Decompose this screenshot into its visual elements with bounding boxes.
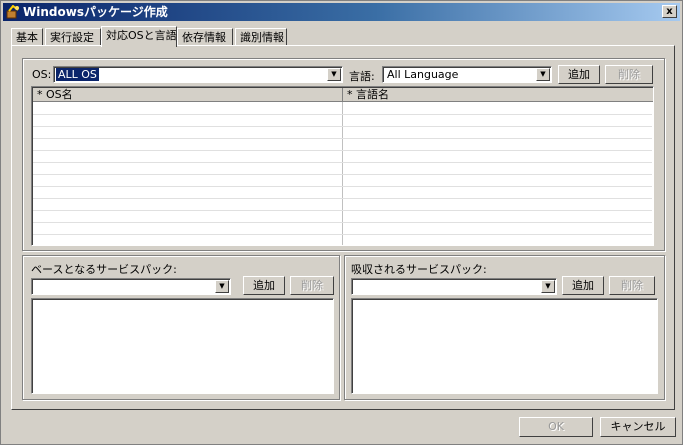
tab-basic[interactable]: 基本 (11, 28, 43, 46)
os-label: OS: (32, 68, 52, 81)
tab-label: 識別情報 (240, 31, 284, 44)
app-icon (6, 5, 19, 19)
os-delete-button[interactable]: 削除 (605, 65, 653, 84)
os-add-button[interactable]: 追加 (558, 65, 600, 84)
tab-dependency-info[interactable]: 依存情報 (177, 28, 233, 46)
base-sp-add-button[interactable]: 追加 (243, 276, 285, 295)
os-select-value: ALL OS (56, 68, 99, 81)
tab-label: 対応OSと言語 (106, 29, 177, 42)
os-select[interactable]: ALL OS ▼ (53, 66, 343, 83)
close-button[interactable]: x (662, 5, 677, 18)
base-sp-label: ベースとなるサービスパック: (31, 263, 177, 276)
window-title: Windowsパッケージ作成 (23, 5, 168, 19)
tab-execution-settings[interactable]: 実行設定 (45, 28, 101, 46)
base-sp-select-value (34, 280, 38, 293)
absorbed-sp-delete-button[interactable]: 削除 (609, 276, 655, 295)
chevron-down-icon[interactable]: ▼ (536, 68, 550, 81)
absorbed-sp-list[interactable] (351, 298, 658, 394)
tab-supported-os-language[interactable]: 対応OSと言語 (101, 26, 177, 47)
table-row (33, 222, 652, 223)
package-dialog: Windowsパッケージ作成 x 基本 実行設定 対応OSと言語 依存情報 識別… (0, 0, 683, 445)
os-language-group: OS: ALL OS ▼ 言語: All Language ▼ 追加 削除 * … (22, 58, 665, 251)
tab-label: 基本 (16, 31, 38, 44)
absorbed-sp-select-value (354, 280, 358, 293)
tab-label: 依存情報 (182, 31, 226, 44)
table-row (33, 198, 652, 199)
table-row (33, 174, 652, 175)
column-header-language-name[interactable]: * 言語名 (343, 88, 653, 102)
absorbed-sp-select[interactable]: ▼ (351, 278, 557, 295)
close-icon: x (666, 6, 673, 17)
os-language-table[interactable]: * OS名 * 言語名 (31, 86, 654, 246)
table-row (33, 126, 652, 127)
absorbed-sp-label: 吸収されるサービスパック: (351, 263, 487, 276)
ok-button[interactable]: OK (519, 417, 593, 437)
base-sp-select[interactable]: ▼ (31, 278, 231, 295)
absorbed-sp-add-button[interactable]: 追加 (562, 276, 604, 295)
table-row (33, 150, 652, 151)
language-label: 言語: (349, 70, 375, 83)
cancel-button[interactable]: キャンセル (600, 417, 676, 437)
table-row (33, 114, 652, 115)
base-service-pack-group: ベースとなるサービスパック: ▼ 追加 削除 (22, 255, 340, 400)
table-row (33, 234, 652, 235)
tab-label: 実行設定 (50, 31, 94, 44)
table-row (33, 162, 652, 163)
title-bar[interactable]: Windowsパッケージ作成 x (3, 3, 680, 21)
table-row (33, 138, 652, 139)
tab-panel: OS: ALL OS ▼ 言語: All Language ▼ 追加 削除 * … (11, 45, 675, 410)
base-sp-delete-button[interactable]: 削除 (290, 276, 334, 295)
language-select-value: All Language (387, 68, 459, 81)
tab-identification-info[interactable]: 識別情報 (235, 28, 287, 46)
table-row (33, 186, 652, 187)
column-header-os-name[interactable]: * OS名 (33, 88, 343, 102)
absorbed-service-pack-group: 吸収されるサービスパック: ▼ 追加 削除 (344, 255, 665, 400)
chevron-down-icon[interactable]: ▼ (541, 280, 555, 293)
language-select[interactable]: All Language ▼ (382, 66, 552, 83)
table-row (33, 210, 652, 211)
base-sp-list[interactable] (31, 298, 334, 394)
chevron-down-icon[interactable]: ▼ (215, 280, 229, 293)
chevron-down-icon[interactable]: ▼ (327, 68, 341, 81)
